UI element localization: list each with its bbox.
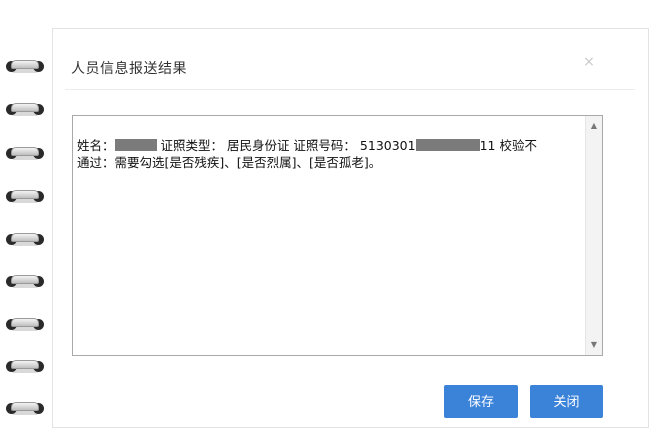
report-result-dialog: 人员信息报送结果 × 姓名： 证照类型： 居民身份证 证照号码： 5130301… [52,28,649,428]
binder-ring-icon [4,58,46,78]
close-icon[interactable]: × [581,54,597,70]
result-line2: 通过：需要勾选[是否残疾]、[是否烈属]、[是否孤老]。 [77,155,382,170]
binder-ring-icon [4,316,46,336]
result-message: 姓名： 证照类型： 居民身份证 证照号码： 5130301 11 校验不 通过：需… [77,137,569,171]
result-textarea[interactable]: 姓名： 证照类型： 居民身份证 证照号码： 5130301 11 校验不 通过：需… [72,115,603,356]
title-divider [65,89,635,90]
binder-ring-icon [4,101,46,121]
result-line1-suffix: 11 校验不 [479,138,537,153]
result-line1-middle: 证照类型： 居民身份证 证照号码： 5130301 [156,138,416,153]
redacted-id-number [415,139,480,151]
binder-ring-icon [4,273,46,293]
scroll-up-arrow-icon[interactable]: ▲ [586,118,602,134]
notebook-rings [0,0,52,437]
scroll-down-arrow-icon[interactable]: ▼ [586,337,602,353]
result-line1-prefix: 姓名： [77,138,115,153]
binder-ring-icon [4,358,46,378]
redacted-name [114,139,157,151]
dialog-title: 人员信息报送结果 [71,61,187,77]
binder-ring-icon [4,400,46,420]
close-button[interactable]: 关闭 [530,385,603,418]
binder-ring-icon [4,231,46,251]
binder-ring-icon [4,188,46,208]
vertical-scrollbar[interactable]: ▲ ▼ [585,116,602,355]
save-button[interactable]: 保存 [444,385,518,418]
binder-ring-icon [4,145,46,165]
